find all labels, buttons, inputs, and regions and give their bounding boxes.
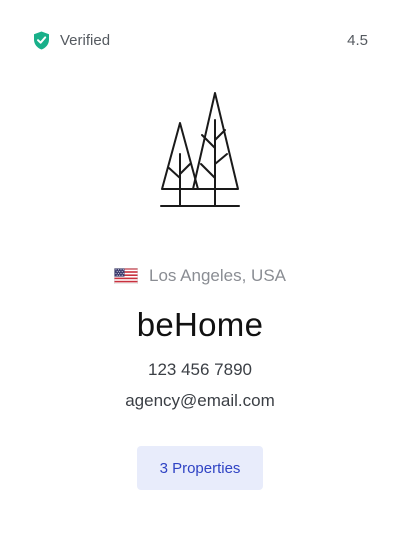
- shield-check-icon: [33, 31, 50, 50]
- agency-location: Los Angeles, USA: [0, 266, 400, 286]
- verified-badge: Verified: [33, 31, 110, 50]
- agency-phone: 123 456 7890: [148, 360, 252, 379]
- agency-card: Verified 4.5 Los Angeles, USA beHome 123…: [0, 0, 400, 534]
- location-text: Los Angeles, USA: [148, 266, 287, 285]
- agency-email: agency@email.com: [125, 391, 275, 410]
- agency-name: beHome: [136, 306, 264, 343]
- verified-label: Verified: [60, 31, 111, 49]
- card-header: Verified 4.5: [33, 29, 368, 51]
- usa-flag-icon: [113, 268, 138, 284]
- rating-value: 4.5: [347, 31, 368, 49]
- properties-button[interactable]: 3 Properties: [137, 446, 263, 490]
- trees-logo-icon: [155, 90, 245, 210]
